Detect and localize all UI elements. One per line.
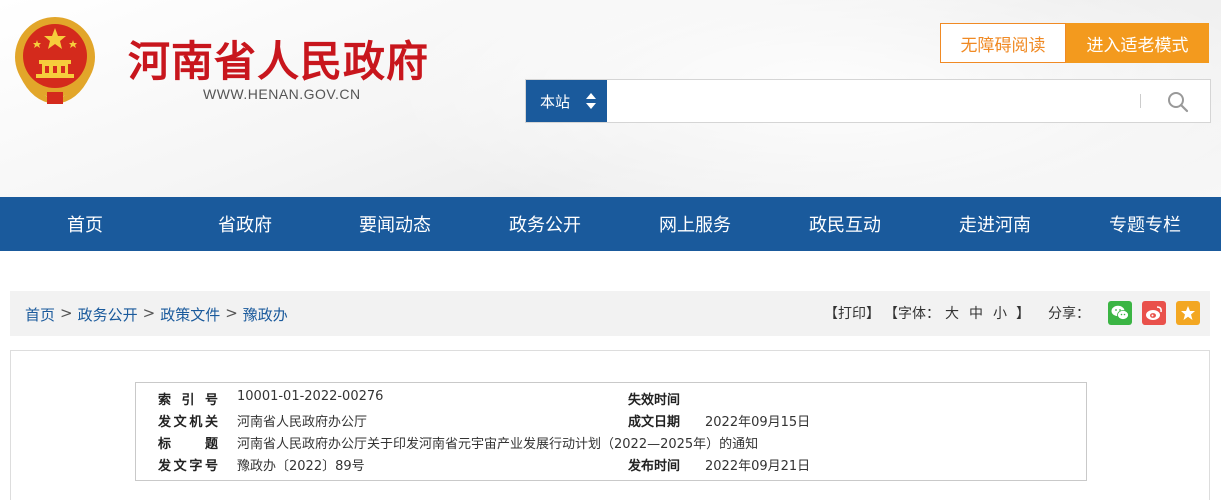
index-number-label: 索 引 号 (158, 393, 218, 408)
share-label: 分享： (1048, 306, 1090, 322)
nav-item-home[interactable]: 首页 (0, 197, 170, 251)
search-bar: 本站 (525, 79, 1211, 123)
written-date-label: 成文日期 (628, 415, 681, 430)
search-scope-label: 本站 (540, 92, 571, 111)
document-number-label: 发文字号 (158, 459, 218, 474)
weibo-icon (1146, 306, 1162, 320)
site-url: WWW.HENAN.GOV.CN (203, 86, 361, 102)
site-name: 河南省人民政府 (128, 37, 430, 86)
nav-item-about-henan[interactable]: 走进河南 (920, 197, 1070, 251)
share-weibo-button[interactable] (1142, 301, 1166, 325)
font-size-medium-button[interactable]: 中 (969, 303, 983, 323)
font-size-suffix: 】 (1016, 306, 1030, 322)
site-header: 河南省人民政府 WWW.HENAN.GOV.CN 无障碍阅读 进入适老模式 本站 (0, 0, 1221, 197)
metadata-row: 索 引 号 10001-01-2022-00276 失效时间 (136, 389, 1086, 409)
expiry-time-label: 失效时间 (628, 393, 681, 408)
document-number-value: 豫政办〔2022〕89号 (237, 459, 365, 474)
search-scope-select[interactable]: 本站 (526, 80, 607, 122)
publish-time-value: 2022年09月21日 (705, 459, 811, 474)
main-nav: 首页 省政府 要闻动态 政务公开 网上服务 政民互动 走进河南 专题专栏 (0, 197, 1221, 251)
breadcrumb-separator: > (60, 304, 73, 322)
breadcrumb-yuzhengban[interactable]: 豫政办 (243, 304, 288, 325)
breadcrumb-bar: 首页 > 政务公开 > 政策文件 > 豫政办 【打印】 【字体： 大 中 小 】… (10, 291, 1210, 336)
title-value: 河南省人民政府办公厅关于印发河南省元宇宙产业发展行动计划（2022—2025年）… (237, 437, 759, 452)
accessibility-reading-button[interactable]: 无障碍阅读 (940, 23, 1066, 63)
breadcrumb-home[interactable]: 首页 (25, 304, 55, 325)
article-container: 索 引 号 10001-01-2022-00276 失效时间 发文机关 河南省人… (10, 350, 1210, 500)
nav-item-news[interactable]: 要闻动态 (320, 197, 470, 251)
search-input[interactable] (608, 80, 1138, 122)
nav-item-provincial-gov[interactable]: 省政府 (170, 197, 320, 251)
nav-item-gov-affairs[interactable]: 政务公开 (470, 197, 620, 251)
search-divider (1140, 94, 1141, 108)
print-button[interactable]: 【打印】 (824, 303, 880, 323)
nav-item-online-services[interactable]: 网上服务 (620, 197, 770, 251)
title-label: 标 题 (158, 437, 218, 452)
font-size-large-button[interactable]: 大 (945, 303, 959, 323)
document-metadata-table: 索 引 号 10001-01-2022-00276 失效时间 发文机关 河南省人… (135, 382, 1087, 481)
issuer-label: 发文机关 (158, 415, 218, 430)
nav-item-special-topics[interactable]: 专题专栏 (1070, 197, 1220, 251)
issuer-value: 河南省人民政府办公厅 (237, 415, 368, 430)
index-number-value: 10001-01-2022-00276 (237, 389, 384, 404)
nav-item-interaction[interactable]: 政民互动 (770, 197, 920, 251)
font-size-prefix: 【字体： (884, 306, 940, 322)
share-favorite-button[interactable] (1176, 301, 1200, 325)
breadcrumb-separator: > (225, 304, 238, 322)
wechat-icon (1111, 305, 1129, 320)
metadata-row: 标 题 河南省人民政府办公厅关于印发河南省元宇宙产业发展行动计划（2022—20… (136, 433, 1086, 453)
breadcrumb: 首页 > 政务公开 > 政策文件 > 豫政办 (25, 304, 288, 325)
star-icon (1181, 306, 1195, 320)
publish-time-label: 发布时间 (628, 459, 681, 474)
elder-mode-button[interactable]: 进入适老模式 (1066, 23, 1209, 63)
search-icon[interactable] (1167, 91, 1189, 113)
metadata-row: 发文字号 豫政办〔2022〕89号 发布时间 2022年09月21日 (136, 455, 1086, 475)
breadcrumb-gov-affairs[interactable]: 政务公开 (78, 304, 138, 325)
written-date-value: 2022年09月15日 (705, 415, 811, 430)
page-tools: 【打印】 【字体： 大 中 小 】 分享： (820, 301, 1200, 325)
metadata-row: 发文机关 河南省人民政府办公厅 成文日期 2022年09月15日 (136, 411, 1086, 431)
share-wechat-button[interactable] (1108, 301, 1132, 325)
font-size-small-button[interactable]: 小 (993, 303, 1007, 323)
breadcrumb-separator: > (142, 304, 156, 322)
national-emblem-icon (15, 17, 95, 104)
breadcrumb-policy-docs[interactable]: 政策文件 (160, 304, 220, 325)
sort-arrows-icon (586, 93, 596, 109)
